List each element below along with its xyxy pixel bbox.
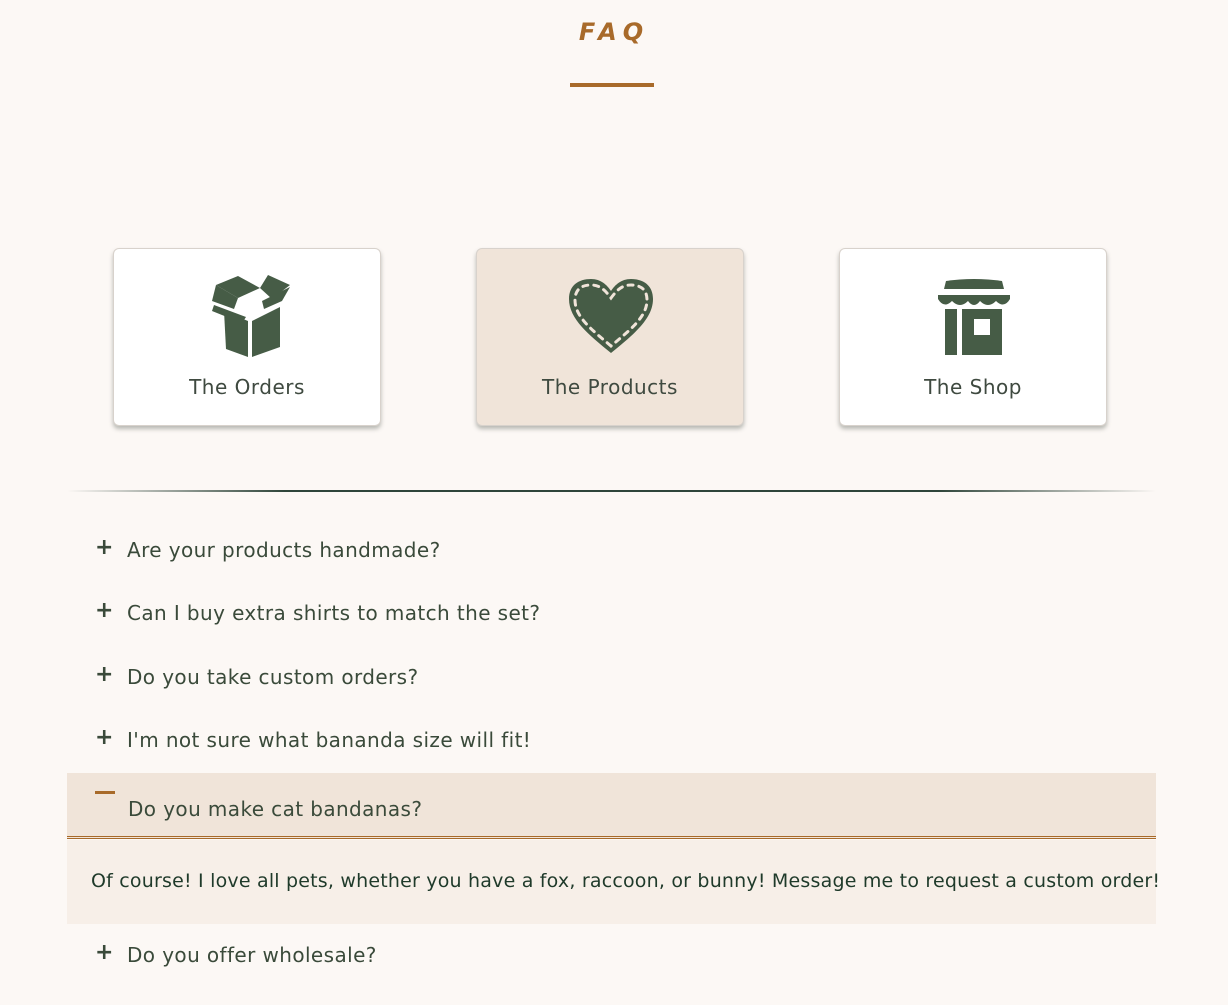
faq-page: FAQ The Orders The Products The Shop + A… (0, 0, 1228, 1005)
faq-question: Do you make cat bandanas? (128, 797, 423, 821)
faq-question: Do you take custom orders? (127, 665, 419, 689)
category-label: The Orders (189, 375, 305, 399)
faq-question: Do you offer wholesale? (127, 943, 377, 967)
faq-item-open[interactable]: Do you make cat bandanas? (67, 773, 1156, 839)
faq-question: Are your products handmade? (127, 538, 441, 562)
title-underline (570, 83, 654, 87)
plus-icon: + (95, 940, 114, 965)
category-card-products[interactable]: The Products (476, 248, 744, 426)
page-title: FAQ (578, 18, 650, 46)
category-label: The Shop (924, 375, 1022, 399)
faq-item[interactable]: + Do you offer wholesale? (67, 927, 1156, 991)
stitched-heart-icon (561, 271, 661, 361)
category-card-shop[interactable]: The Shop (839, 248, 1107, 426)
faq-item[interactable]: + Can I buy extra shirts to match the se… (67, 585, 1156, 649)
plus-icon: + (95, 662, 114, 687)
plus-icon: + (95, 598, 114, 623)
faq-item[interactable]: + Are your products handmade? (67, 522, 1156, 586)
category-card-orders[interactable]: The Orders (113, 248, 381, 426)
open-box-icon (198, 271, 298, 361)
plus-icon: + (95, 535, 114, 560)
faq-item[interactable]: + I'm not sure what bananda size will fi… (67, 712, 1156, 776)
faq-question: Can I buy extra shirts to match the set? (127, 601, 541, 625)
faq-item[interactable]: + Do you take custom orders? (67, 649, 1156, 713)
storefront-icon (924, 271, 1024, 361)
faq-answer-panel: Of course! I love all pets, whether you … (67, 840, 1160, 924)
category-label: The Products (542, 375, 678, 399)
minus-icon (95, 791, 115, 794)
section-divider (67, 490, 1156, 492)
faq-question: I'm not sure what bananda size will fit! (127, 728, 532, 752)
plus-icon: + (95, 725, 114, 750)
faq-answer: Of course! I love all pets, whether you … (91, 870, 1161, 892)
